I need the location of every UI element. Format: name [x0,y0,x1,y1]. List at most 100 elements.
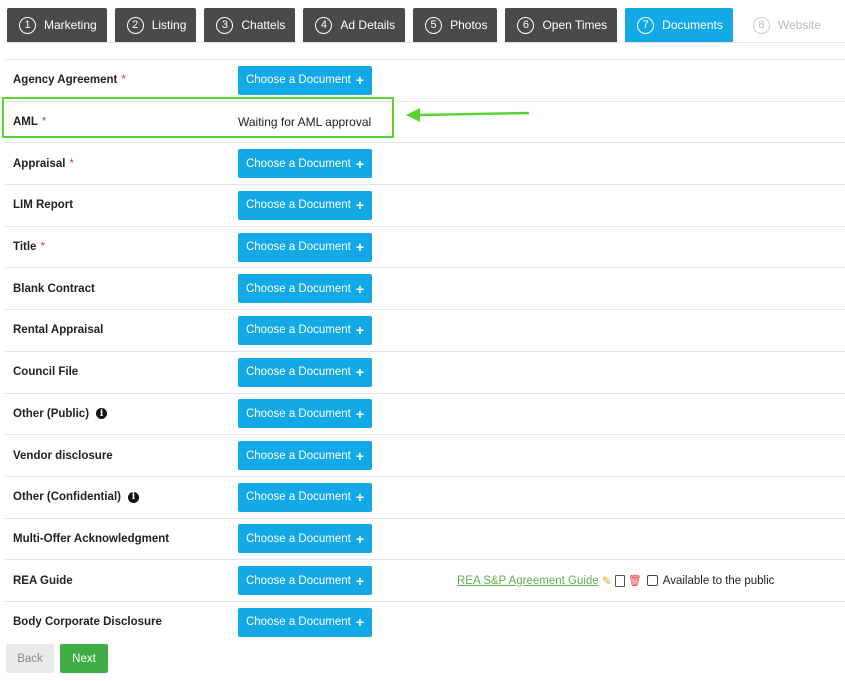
document-label-text: Other (Confidential) [13,491,121,504]
choose-document-button[interactable]: Choose a Document + [238,524,372,554]
required-asterisk: * [69,157,74,170]
plus-icon: + [355,239,365,256]
choose-document-button[interactable]: Choose a Document + [238,566,372,596]
document-label-text: Vendor disclosure [13,449,113,462]
required-asterisk: * [121,74,126,87]
next-button[interactable]: Next [60,644,108,673]
document-row: Vendor disclosure Choose a Document + [5,434,845,476]
choose-document-button[interactable]: Choose a Document + [238,315,372,345]
document-row: Blank Contract Choose a Document + [5,267,845,309]
document-row: Body Corporate Disclosure Choose a Docume… [5,600,845,643]
document-label: REA Guide [5,575,238,587]
document-label-text: Council File [13,366,79,379]
back-button[interactable]: Back [6,644,54,673]
tabs-divider [7,42,845,43]
document-label-text: Rental Appraisal [13,324,104,337]
plus-icon: + [355,322,365,339]
tab-photos[interactable]: 5 Photos [413,8,498,42]
choose-document-label: Choose a Document [245,574,351,587]
document-label-text: LIM Report [13,199,74,212]
info-icon[interactable]: i [127,491,139,503]
document-label-text: Multi-Offer Acknowledgment [13,532,170,545]
choose-document-button[interactable]: Choose a Document + [238,65,372,95]
tab-open-times[interactable]: 6 Open Times [505,8,618,42]
plus-icon: + [355,197,365,214]
choose-document-button[interactable]: Choose a Document + [238,482,372,512]
attachment-link[interactable]: REA S&P Agreement Guide [457,575,599,587]
tab-documents[interactable]: 7 Documents [625,8,733,42]
document-label-text: Appraisal [13,157,66,170]
tab-step-number: 6 [517,16,535,34]
public-checkbox-label: Available to the public [662,574,775,587]
choose-document-button[interactable]: Choose a Document + [238,274,372,304]
document-row: REA Guide Choose a Document + REA S&P Agree… [5,559,845,601]
tab-label: Open Times [542,18,608,32]
choose-document-button[interactable]: Choose a Document + [238,190,372,220]
choose-document-button[interactable]: Choose a Document + [238,607,372,637]
public-checkbox[interactable] [646,575,658,587]
document-row: Other (Public) i Choose a Document + [5,392,845,435]
document-label: Blank Contract [5,283,238,295]
document-row: Multi-Offer Acknowledgment Choose a Docum… [5,517,845,560]
plus-icon: + [355,364,365,381]
tab-ad-details[interactable]: 4 Ad Details [303,8,406,42]
tab-label: Listing [151,18,187,32]
info-icon[interactable]: i [96,408,108,420]
choose-document-label: Choose a Document [245,324,351,337]
document-row: Council File Choose a Document + [5,350,845,393]
tab-label: Photos [450,18,488,32]
tab-label: Documents [662,18,723,32]
document-label: Rental Appraisal [5,324,238,336]
tab-chattels[interactable]: 3 Chattels [204,8,296,42]
edit-pencil-icon[interactable]: ✎ [602,574,612,588]
document-label-text: Blank Contract [13,282,95,295]
choose-document-label: Choose a Document [245,449,351,462]
choose-document-label: Choose a Document [245,157,351,170]
plus-icon: + [355,280,365,297]
step-tabs: 1 Marketing 2 Listing 3 Chattels 4 Ad Details 5 P… [7,8,839,42]
plus-icon: + [355,572,365,589]
document-label-text: Other (Public) [13,407,90,420]
tab-label: Website [777,18,822,32]
document-row: LIM Report Choose a Document + [5,184,845,226]
document-label: Vendor disclosure [5,450,238,462]
document-label: Other (Public) i [5,408,238,420]
file-icon[interactable] [614,574,625,587]
plus-icon: + [355,489,365,506]
aml-highlight-box [2,97,394,138]
tab-step-number: 1 [19,16,36,34]
tab-listing[interactable]: 2 Listing [114,8,197,42]
plus-icon: + [355,614,365,631]
tab-marketing[interactable]: 1 Marketing [7,8,107,42]
plus-icon: + [355,447,365,464]
tab-label: Chattels [241,18,286,32]
plus-icon: + [355,72,365,89]
annotation-arrow-icon [406,108,530,122]
document-label: Agency Agreement * [5,74,238,86]
plus-icon: + [355,155,365,172]
choose-document-button[interactable]: Choose a Document + [238,232,372,262]
trash-icon[interactable]: 🗑 [628,574,642,587]
choose-document-button[interactable]: Choose a Document + [238,441,372,471]
document-label: LIM Report [5,199,238,211]
document-label-text: REA Guide [13,574,73,587]
tab-step-number: 3 [216,16,234,34]
document-label-text: Body Corporate Disclosure [13,616,162,629]
document-label-text: Agency Agreement [13,74,118,87]
choose-document-label: Choose a Document [245,282,351,295]
document-row: Appraisal * Choose a Document + [5,142,845,184]
document-label: Title * [5,241,238,253]
required-asterisk: * [40,241,45,254]
tab-label: Ad Details [340,18,396,32]
tab-website: 8 Website [741,8,831,42]
choose-document-label: Choose a Document [245,532,351,545]
choose-document-button[interactable]: Choose a Document + [238,357,372,387]
choose-document-label: Choose a Document [245,491,351,504]
choose-document-label: Choose a Document [245,241,351,254]
choose-document-button[interactable]: Choose a Document + [238,399,372,429]
plus-icon: + [355,530,365,547]
document-label: Multi-Offer Acknowledgment [5,533,238,545]
tab-step-number: 5 [425,16,443,34]
choose-document-button[interactable]: Choose a Document + [238,149,372,179]
plus-icon: + [355,405,365,422]
